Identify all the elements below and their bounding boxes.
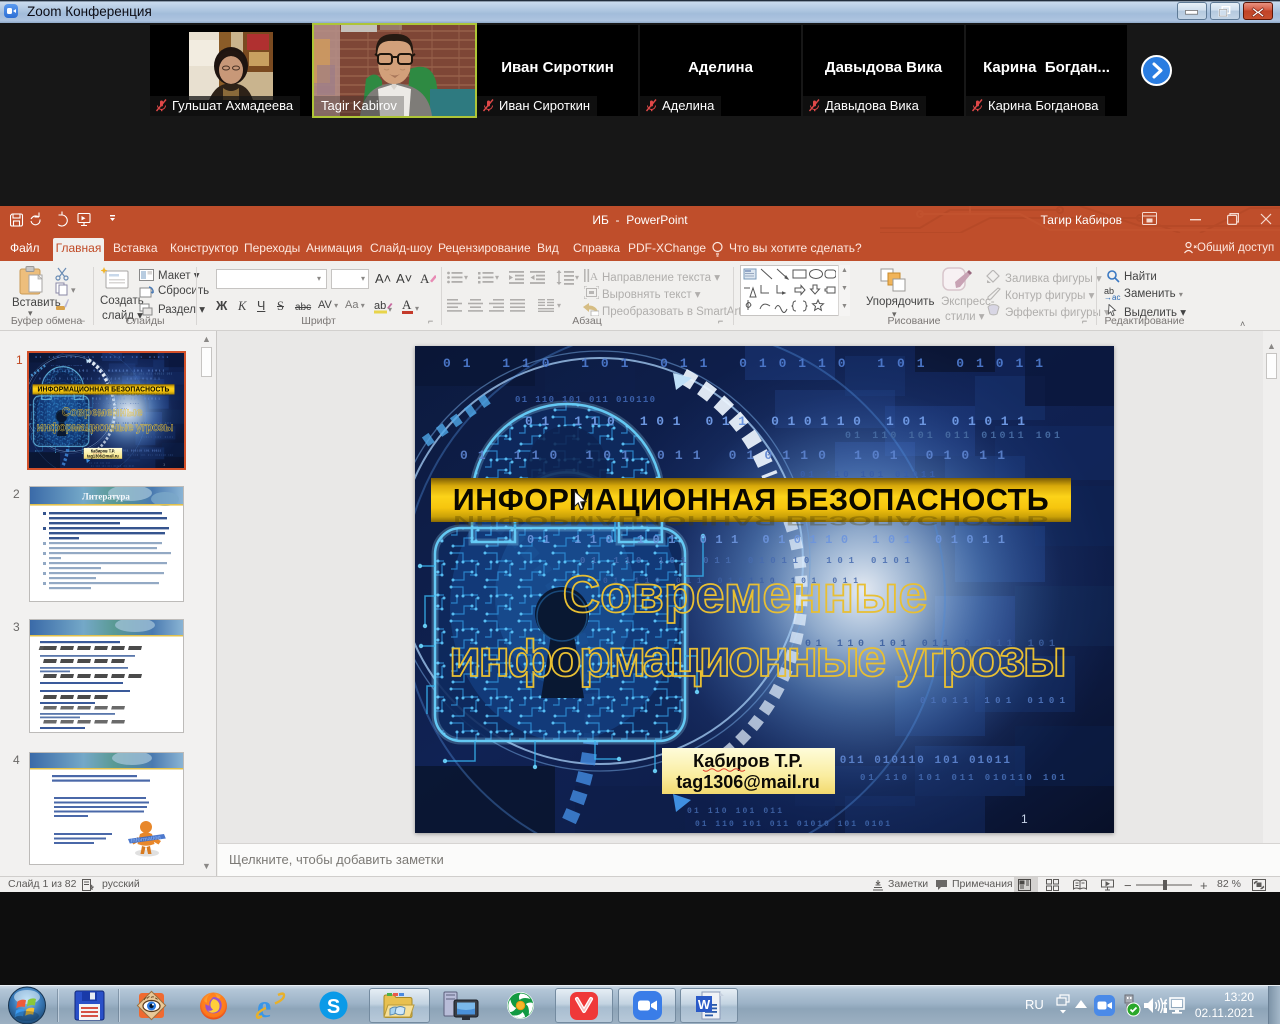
- svg-text:ИНФОРМАЦИОННАЯ БЕЗОПАСНОСТЬ: ИНФОРМАЦИОННАЯ БЕЗОПАСНОСТЬ: [453, 513, 1049, 528]
- svg-text:x: x: [90, 886, 93, 891]
- svg-text:Современные: Современные: [563, 566, 928, 624]
- svg-text:W: W: [698, 997, 711, 1012]
- svg-text:A: A: [590, 271, 598, 282]
- svg-text:tag1306@mail.ru: tag1306@mail.ru: [676, 772, 820, 792]
- svg-text:1: 1: [1021, 812, 1028, 826]
- svg-text:S: S: [327, 996, 340, 1018]
- svg-text:Кабиров Т.Р.: Кабиров Т.Р.: [693, 751, 803, 771]
- svg-text:→ac: →ac: [1104, 293, 1120, 300]
- svg-text:ab: ab: [374, 300, 386, 312]
- svg-text:ИНФОРМАЦИОННАЯ БЕЗОПАСНОСТЬ: ИНФОРМАЦИОННАЯ БЕЗОПАСНОСТЬ: [453, 483, 1049, 517]
- svg-text:▾: ▾: [415, 304, 419, 313]
- svg-text:▾: ▾: [388, 305, 392, 314]
- svg-text:Литература: Литература: [82, 492, 130, 502]
- svg-text:01 110 101 011 010110: 01 110 101 011 010110: [515, 395, 655, 405]
- svg-text:01 110 101 011: 01 110 101 011: [687, 807, 782, 816]
- svg-text:A: A: [420, 271, 430, 286]
- svg-text:A: A: [402, 298, 412, 312]
- svg-text:01 110 101 011 01010 101 0101: 01 110 101 011 01010 101 0101: [695, 820, 890, 829]
- svg-text:информационные угрозы: информационные угрозы: [449, 630, 1067, 688]
